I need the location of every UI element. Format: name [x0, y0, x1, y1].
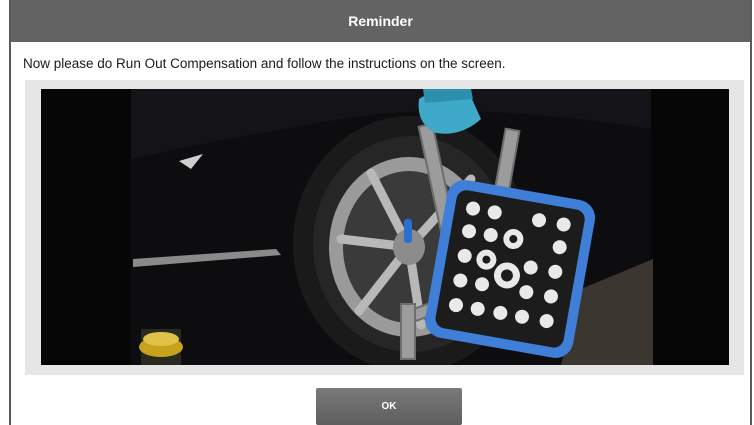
instruction-video[interactable] [41, 89, 729, 365]
wheel-target-illustration [41, 89, 729, 365]
ok-button-label: OK [381, 401, 397, 412]
dialog-title: Reminder [348, 13, 413, 29]
dialog-titlebar: Reminder [11, 0, 750, 42]
ok-button[interactable]: OK [316, 388, 462, 425]
reminder-dialog: Reminder Now please do Run Out Compensat… [9, 0, 752, 425]
instruction-message: Now please do Run Out Compensation and f… [23, 56, 506, 71]
media-frame [25, 80, 744, 375]
